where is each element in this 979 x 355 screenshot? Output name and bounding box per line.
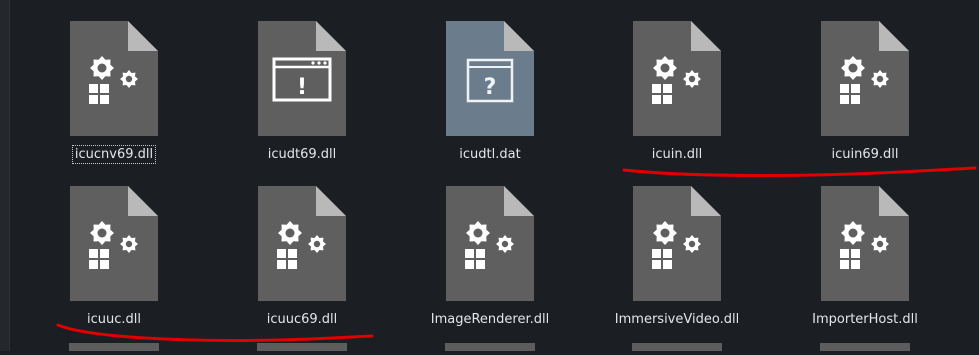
file-name-label: icucnv69.dll [71,145,157,164]
partial-file-icon[interactable] [69,343,159,351]
dll-window-file-icon: ! [257,20,347,137]
file-name-label: icuuc69.dll [266,312,338,327]
navigation-pane-edge [0,0,10,351]
partial-file-icon[interactable] [257,343,347,351]
file-name-label: ImporterHost.dll [812,312,918,327]
file-name-label: icuin69.dll [831,147,899,162]
dll-gear-file-icon [820,20,910,137]
dll-gear-file-icon [820,185,910,302]
file-name-label: icuuc.dll [87,312,141,327]
svg-text:?: ? [484,75,497,100]
file-name-label: ImmersiveVideo.dll [614,312,740,327]
file-item[interactable]: ImporterHost.dll [785,185,945,355]
file-name-label: icuin.dll [651,147,703,162]
file-name-label: icudt69.dll [267,147,337,162]
partial-file-icon[interactable] [632,343,722,351]
file-item[interactable]: ImageRenderer.dll [410,185,570,355]
file-item[interactable]: ImmersiveVideo.dll [597,185,757,355]
partial-file-icon[interactable] [820,343,910,351]
file-item[interactable]: icuuc.dll [34,185,194,355]
file-item[interactable]: icuin69.dll [785,20,945,190]
file-item[interactable]: icuin.dll [597,20,757,190]
file-list-pane: icucnv69.dll ! icudt69.dll ? icudtl.dat … [0,0,979,351]
svg-text:!: ! [297,75,307,100]
dll-gear-file-icon [69,185,159,302]
dll-gear-file-icon [632,185,722,302]
dll-gear-file-icon [257,185,347,302]
partial-file-icon[interactable] [445,343,535,351]
file-name-label: ImageRenderer.dll [430,312,550,327]
file-name-label: icudtl.dat [459,147,521,162]
file-item[interactable]: ! icudt69.dll [222,20,382,190]
file-item[interactable]: icuuc69.dll [222,185,382,355]
dll-gear-file-icon [445,185,535,302]
dll-gear-file-icon [632,20,722,137]
dll-gear-file-icon [69,20,159,137]
file-item[interactable]: icucnv69.dll [34,20,194,190]
file-item[interactable]: ? icudtl.dat [410,20,570,190]
unknown-file-icon: ? [445,20,535,137]
